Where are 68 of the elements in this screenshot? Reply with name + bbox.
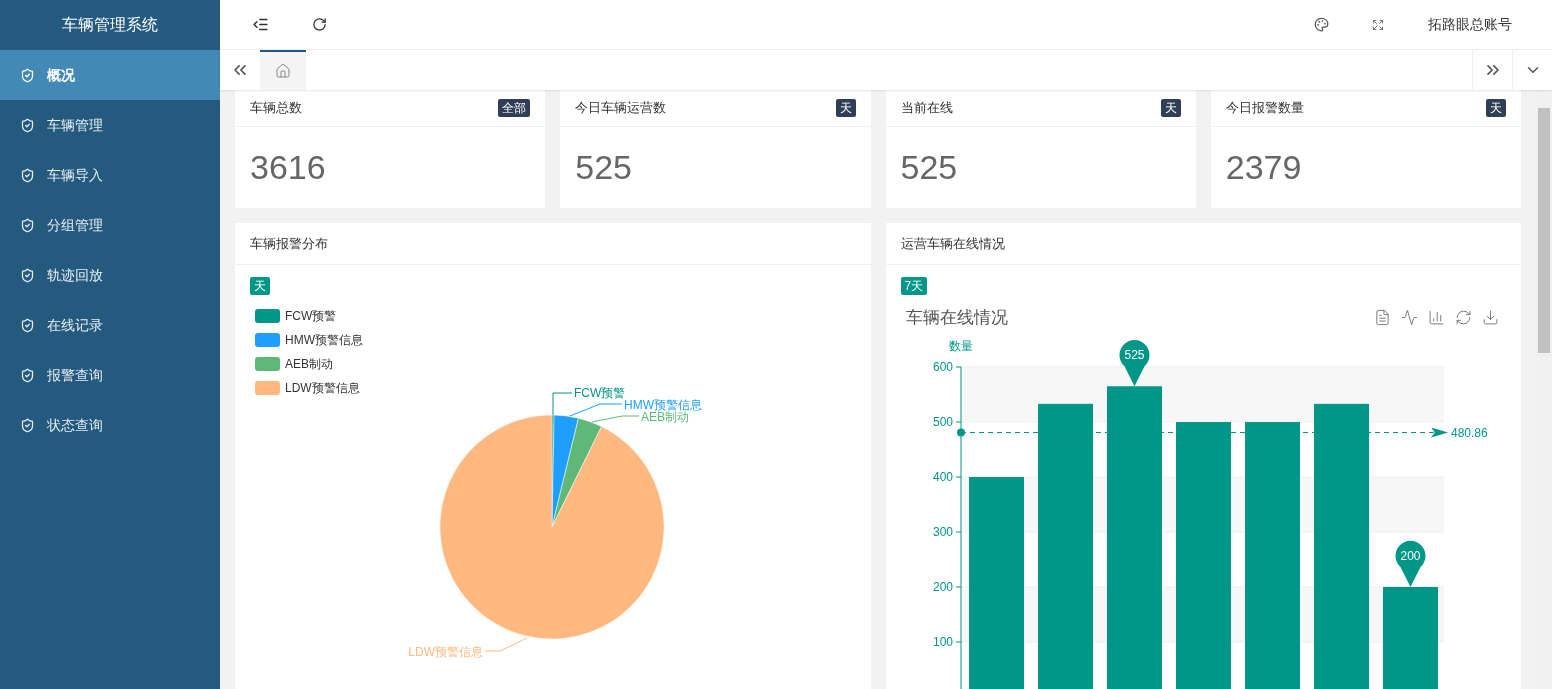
axis-tick-label: 100 [932,634,953,649]
axis-tick-label: 400 [932,469,953,484]
panel-title: 运营车辆在线情况 [900,234,1005,253]
shield-check-icon [20,367,35,383]
axis-title: 数量 [948,338,973,353]
stat-value: 525 [575,147,632,188]
sidebar-item[interactable]: 车辆导入 [0,150,220,200]
shield-check-icon [20,217,35,233]
shield-check-icon [20,167,35,183]
stat-value: 3616 [250,147,326,188]
user-name[interactable]: 拓路眼总账号 [1428,14,1512,35]
stat-value: 2379 [1225,147,1302,188]
home-icon [275,63,291,79]
axis-tick-label: 200 [932,579,953,594]
stat-title: 今日车辆运营数 [575,99,667,118]
stat-title: 今日报警数量 [1225,99,1304,118]
marker-value: 525 [1124,347,1144,362]
legend-label[interactable]: HMW预警信息 [285,331,363,349]
chart-title: 车辆在线情况 [905,307,1008,329]
stat-value: 525 [900,147,958,188]
sidebar-item[interactable]: 概况 [0,50,220,100]
sidebar-item[interactable]: 分组管理 [0,200,220,250]
shield-check-icon [20,67,35,83]
bar-chart-button[interactable] [1428,309,1445,327]
home-tab[interactable] [260,50,306,90]
shield-check-icon [20,267,35,283]
slice-label: FCW预警 [574,386,626,400]
refresh-icon [312,17,327,32]
fullscreen-icon [1372,18,1384,31]
marker-pin [1395,540,1425,587]
axis-tick-label: 300 [932,524,953,539]
legend-label[interactable]: LDW预警信息 [285,379,360,397]
shield-check-icon [20,417,35,433]
slice-label: AEB制动 [641,410,689,424]
leader-line [484,637,528,652]
slice-label: HMW预警信息 [624,398,702,412]
sidebar-item[interactable]: 在线记录 [0,300,220,350]
period-tag: 天 [1160,99,1181,117]
period-tag: 天 [835,99,856,117]
sidebar-item[interactable]: 轨迹回放 [0,250,220,300]
stat-title: 当前在线 [900,99,953,118]
download-button[interactable] [1482,309,1499,327]
legend-label[interactable]: FCW预警 [285,307,337,325]
sidebar-item[interactable]: 报警查询 [0,350,220,400]
sidebar-item[interactable]: 状态查询 [0,400,220,450]
slice-label: LDW预警信息 [408,645,483,659]
panel-title: 车辆报警分布 [250,234,328,253]
period-tag: 7天 [900,277,928,295]
legend-label[interactable]: AEB制动 [285,355,333,373]
sidebar-item[interactable]: 车辆管理 [0,100,220,150]
period-tag: 天 [250,277,270,295]
marker-pin [1119,339,1149,386]
restore-button[interactable] [1455,309,1472,327]
period-tag: 天 [1486,99,1506,117]
line-start-dot [956,428,965,437]
data-view-button[interactable] [1374,309,1391,327]
shield-check-icon [20,117,35,133]
app-title: 车辆管理系统 [62,15,158,35]
axis-tick-label: 600 [932,359,953,374]
shield-check-icon [20,317,35,333]
period-tag: 全部 [498,99,531,117]
stat-title: 车辆总数 [250,99,302,118]
line-chart-button[interactable] [1401,309,1418,327]
menu-collapse-icon [252,16,269,33]
axis-tick-label: 500 [932,414,953,429]
palette-icon [1314,17,1329,32]
marker-value: 200 [1400,548,1420,563]
average-value: 480.86 [1450,425,1488,440]
